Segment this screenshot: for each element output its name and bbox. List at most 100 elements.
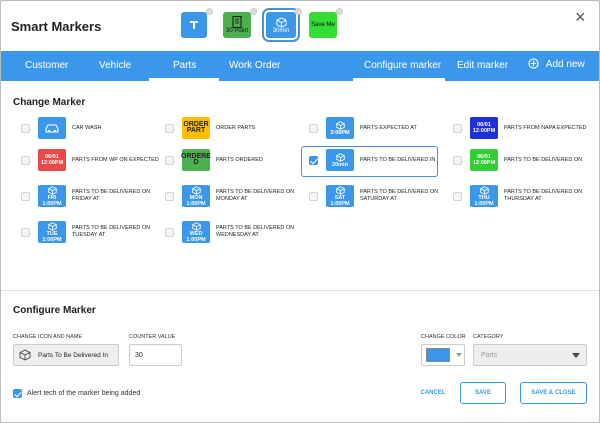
marker-icon: WED 1:00PM [182,221,210,243]
wrench-icon [190,21,198,29]
marker-checkbox[interactable] [21,155,30,165]
marker-checkbox[interactable] [165,227,174,237]
icon-name-field[interactable]: Parts To Be Delivered In [13,344,119,366]
category-value: Parts [481,351,498,359]
marker-option[interactable]: WED 1:00PM PARTS TO BE DELIVERED ON WEDNE… [165,221,306,243]
marker-icon-text: 06/01 12:00PM [472,122,496,134]
quick-marker-30min[interactable]: 30min [262,8,302,42]
marker-label: PARTS TO BE DELIVERED IN [360,156,436,163]
marker-option[interactable]: 06/01 12:00PM PARTS FROM NAPA EXPECTED [453,117,594,139]
marker-label: PARTS FROM WP ON EXPECTED [72,156,159,163]
marker-option[interactable]: TUE 1:00PM PARTS TO BE DELIVERED ON TUESD… [21,221,162,243]
counter-value-label: COUNTER VALUE [129,334,176,340]
marker-icon: MON 1:00PM [182,185,210,207]
marker-checkbox[interactable] [453,155,462,165]
marker-icon-text: ORDER PART [183,121,209,134]
marker-checkbox[interactable] [165,191,174,201]
marker-icon [38,117,66,139]
marker-checkbox[interactable] [21,227,30,237]
marker-icon: ORDERE D [181,149,211,171]
marker-option[interactable]: MON 1:00PM PARTS TO BE DELIVERED ON MONDA… [165,185,306,207]
marker-checkbox[interactable] [21,123,30,133]
smart-markers-dialog: Smart Markers × 30 Point 30min Save Me C… [0,0,600,423]
marker-option[interactable]: 3:00PM PARTS EXPECTED AT [309,117,450,139]
marker-label: PARTS FROM NAPA EXPECTED [504,124,587,131]
marker-icon-text: WED 1:00PM [186,230,206,243]
dialog-title: Smart Markers [11,19,102,34]
marker-label: ORDER PARTS [216,124,256,131]
alert-tech-checkbox[interactable] [13,389,22,398]
marker-checkbox[interactable] [165,123,174,133]
marker-option[interactable]: SAT 1:00PM PARTS TO BE DELIVERED ON SATUR… [309,185,450,207]
box-icon [479,185,489,195]
tab-work-order[interactable]: Work Order [229,60,281,71]
change-icon-label: CHANGE ICON AND NAME [13,334,83,340]
marker-option[interactable]: ORDER PART ORDER PARTS [165,117,306,139]
marker-label: PARTS TO BE DELIVERED ON MONDAY AT [216,189,295,202]
box-icon [19,349,31,361]
checklist-icon [232,16,242,28]
tab-vehicle[interactable]: Vehicle [99,60,131,71]
color-picker[interactable] [421,344,465,366]
marker-label: PARTS TO BE DELIVERED ON WEDNESDAY AT [216,225,295,238]
counter-value-input[interactable]: 30 [129,344,182,366]
alert-tech-label: Alert tech of the marker being added [27,390,141,397]
change-marker-heading: Change Marker [13,97,86,108]
marker-checkbox[interactable] [309,123,318,133]
marker-label: PARTS ORDERED [216,156,263,163]
marker-icon-text: 06/01 12:00PM [472,154,496,166]
save-button[interactable]: SAVE [460,382,506,404]
box-icon [275,16,287,28]
marker-option[interactable]: 06/01 12:00PM PARTS TO BE DELIVERED ON [453,149,594,171]
chevron-down-icon [572,352,580,358]
box-icon [191,185,201,195]
cancel-button[interactable]: CANCEL [415,382,451,404]
marker-option[interactable]: CAR WASH [21,117,162,139]
marker-label: PARTS TO BE DELIVERED ON TUESDAY AT [72,225,151,238]
marker-checkbox[interactable] [309,191,318,201]
box-icon [335,120,345,130]
marker-icon-text: MON 1:00PM [186,194,206,207]
marker-checkbox[interactable] [453,123,462,133]
marker-label: PARTS TO BE DELIVERED ON THURSDAY AT [504,189,583,202]
marker-checkbox[interactable] [453,191,462,201]
quick-marker-30-point[interactable]: 30 Point [223,8,257,38]
marker-icon: 06/01 12:00PM [470,149,498,171]
marker-icon-text: SAT 1:00PM [330,194,350,207]
marker-option[interactable]: THU 1:00PM PARTS TO BE DELIVERED ON THURS… [453,185,594,207]
add-new-button[interactable]: Add new [528,58,585,70]
alert-tech-option[interactable]: Alert tech of the marker being added [13,389,140,398]
marker-checkbox[interactable] [21,191,30,201]
tab-parts[interactable]: Parts [173,60,196,71]
category-select[interactable]: Parts [473,344,587,366]
save-and-close-button[interactable]: SAVE & CLOSE [520,382,587,404]
quick-marker-label: 30 Point [225,28,249,34]
tab-customer[interactable]: Customer [25,60,68,71]
marker-icon: 20min [326,149,354,171]
section-divider [1,290,599,291]
marker-icon: THU 1:00PM [470,185,498,207]
marker-icon: 3:00PM [326,117,354,139]
box-icon [47,221,57,231]
box-icon [335,185,345,195]
marker-option[interactable]: FRI 1:00PM PARTS TO BE DELIVERED ON FRIDA… [21,185,162,207]
quick-marker-wrench[interactable] [181,8,213,38]
tab-edit-marker[interactable]: Edit marker [457,60,508,71]
marker-label: PARTS EXPECTED AT [360,124,417,131]
close-icon[interactable]: × [575,8,586,26]
marker-option[interactable]: ORDERE D PARTS ORDERED [165,149,306,171]
marker-tab-bar: Customer Vehicle Parts Work Order Config… [1,51,599,81]
marker-option[interactable]: 20min PARTS TO BE DELIVERED IN [309,149,450,171]
marker-icon: SAT 1:00PM [326,185,354,207]
marker-icon-text: 3:00PM [330,129,350,136]
marker-checkbox[interactable] [309,155,318,165]
color-swatch [426,348,450,362]
chevron-down-icon [456,353,462,357]
marker-option[interactable]: 06/01 12:00PM PARTS FROM WP ON EXPECTED [21,149,162,171]
category-label: CATEGORY [473,334,504,340]
marker-icon-text: FRI 1:00PM [42,194,62,207]
marker-checkbox[interactable] [165,155,174,165]
marker-icon: 06/01 12:00PM [38,149,66,171]
quick-marker-save-me[interactable]: Save Me [309,8,343,38]
tab-configure-marker[interactable]: Configure marker [364,60,441,71]
